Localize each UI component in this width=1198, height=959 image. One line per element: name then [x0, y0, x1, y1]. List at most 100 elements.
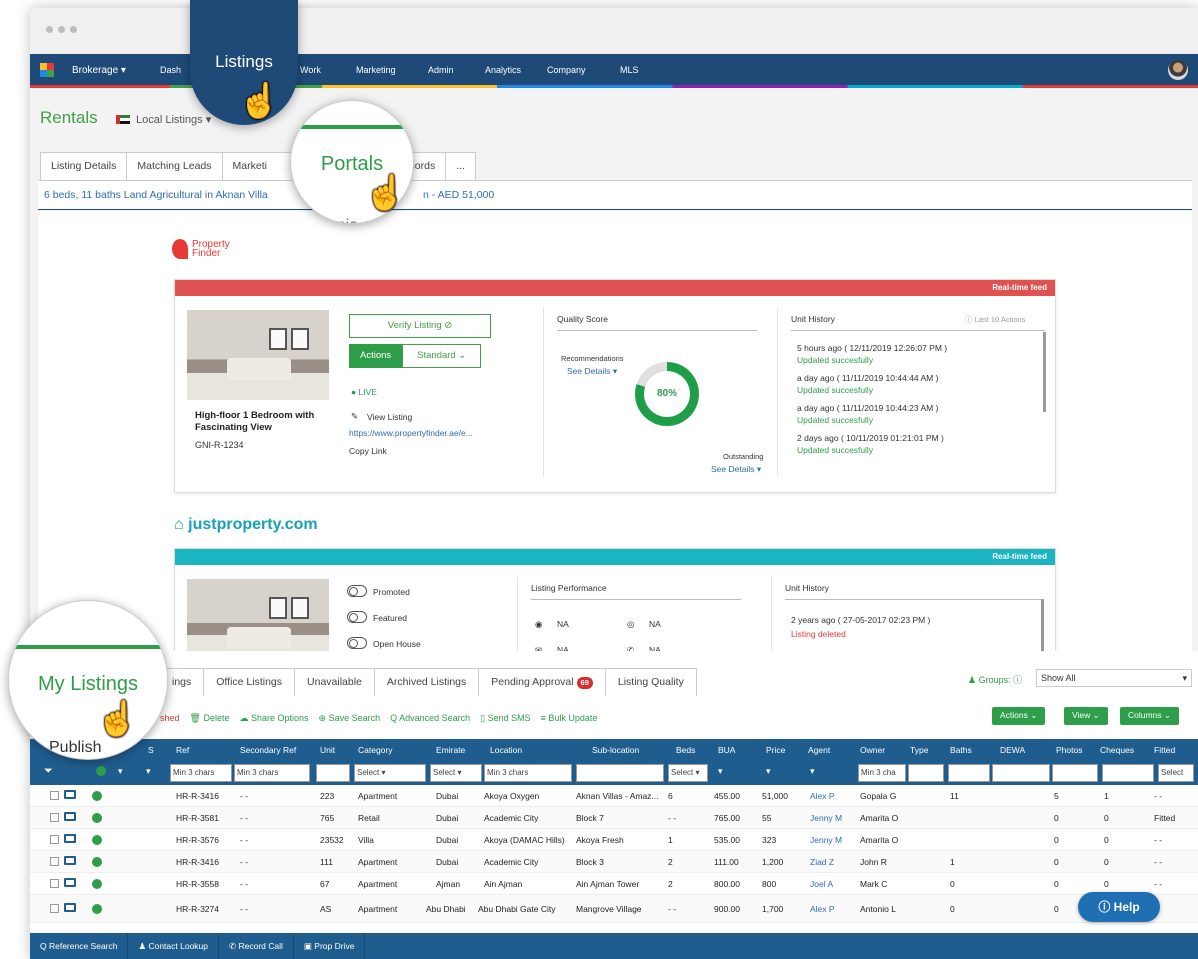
app-logo-icon[interactable] [40, 63, 54, 77]
col-dewa[interactable]: DEWA [1000, 745, 1025, 755]
tab-portals[interactable]: Portals [291, 153, 413, 176]
table-row[interactable]: HR-R-3558 - - 67 Apartment Ajman Ain Ajman Ain… [30, 873, 1198, 895]
actions-button[interactable]: Actions [349, 344, 403, 368]
emirate-filter-select[interactable]: Select ▾ [430, 764, 482, 782]
secondary-ref-filter-input[interactable]: Min 3 chars [234, 764, 310, 782]
nav-mls[interactable]: MLS [620, 65, 639, 75]
col-photos[interactable]: Photos [1056, 745, 1082, 755]
groups-select[interactable]: Show All ▾ [1036, 669, 1192, 687]
unit-filter-input[interactable] [316, 764, 350, 782]
status-filter-icon[interactable] [96, 766, 106, 776]
nav-listings[interactable]: Listings [215, 52, 273, 71]
contact-lookup-button[interactable]: ♟ Contact Lookup [128, 933, 220, 959]
chevron-down-icon[interactable]: ▾ [766, 766, 771, 777]
copy-link[interactable]: Copy Link [349, 446, 387, 456]
tab-pending-approval[interactable]: Pending Approval 69 [478, 668, 606, 696]
cell-agent[interactable]: Jenny M [810, 813, 842, 823]
table-columns-button[interactable]: Columns ⌄ [1120, 707, 1180, 725]
prop-drive-button[interactable]: ▣ Prop Drive [294, 933, 366, 959]
tab-more[interactable]: ... [445, 152, 476, 180]
photos-filter-input[interactable] [1052, 764, 1098, 782]
chevron-down-icon[interactable]: ▾ [718, 766, 723, 777]
help-button[interactable]: ⓘ Help [1078, 892, 1160, 922]
col-secondary-ref[interactable]: Secondary Ref [240, 745, 296, 755]
nav-company[interactable]: Company [547, 65, 586, 75]
tab-archived-listings[interactable]: Archived Listings [373, 668, 480, 696]
table-view-button[interactable]: View ⌄ [1064, 707, 1108, 725]
row-checkbox[interactable] [50, 813, 59, 822]
scope-dropdown[interactable]: Local Listings ▾ [136, 113, 211, 126]
cell-agent[interactable]: Jenny M [810, 835, 842, 845]
col-type[interactable]: Type [910, 745, 928, 755]
col-price[interactable]: Price [766, 745, 785, 755]
row-checkbox[interactable] [50, 904, 59, 913]
nav-marketing[interactable]: Marketing [356, 65, 396, 75]
type-filter-input[interactable] [908, 764, 944, 782]
col-category[interactable]: Category [358, 745, 393, 755]
cell-agent[interactable]: Ziad Z [810, 857, 834, 867]
jp-listing-photo[interactable] [187, 579, 329, 651]
col-cheques[interactable]: Cheques [1100, 745, 1134, 755]
user-avatar[interactable] [1168, 60, 1188, 80]
col-fitted[interactable]: Fitted [1154, 745, 1175, 755]
tab-marketing[interactable]: Marketi [221, 152, 298, 180]
fitted-filter-select[interactable]: Select [1158, 764, 1194, 782]
chevron-down-icon[interactable]: ▾ [810, 766, 815, 777]
cell-agent[interactable]: Joel A [810, 879, 833, 889]
row-checkbox[interactable] [50, 857, 59, 866]
share-options-action[interactable]: ☁ Share Options [239, 713, 308, 724]
outstanding-details-link[interactable]: See Details ▾ [711, 464, 761, 475]
advanced-search-action[interactable]: Q Advanced Search [390, 713, 470, 724]
row-checkbox[interactable] [50, 835, 59, 844]
tab-office-listings[interactable]: Office Listings [203, 668, 296, 696]
bulk-update-action[interactable]: ≡ Bulk Update [541, 713, 598, 724]
unpublished-action[interactable]: shed [160, 713, 180, 724]
row-checkbox[interactable] [50, 879, 59, 888]
col-s[interactable]: S [148, 745, 154, 755]
tab-unavailable[interactable]: Unavailable [294, 668, 375, 696]
promoted-toggle[interactable] [347, 585, 367, 597]
tab-matching-leads[interactable]: Matching Leads [126, 152, 223, 180]
row-checkbox[interactable] [50, 791, 59, 800]
verify-listing-button[interactable]: Verify Listing ⊘ [349, 314, 491, 338]
col-sub-location[interactable]: Sub-location [592, 745, 639, 755]
ref-filter-input[interactable]: Min 3 chars [170, 764, 232, 782]
window-controls[interactable] [46, 26, 77, 33]
col-beds[interactable]: Beds [676, 745, 695, 755]
view-listing-link[interactable]: View Listing [367, 412, 412, 422]
location-filter-input[interactable]: Min 3 chars [484, 764, 572, 782]
pf-history-scrollbar[interactable] [1043, 332, 1046, 412]
table-row[interactable]: HR-R-3576 - - 23532 Villa Dubai Akoya (DAMAC … [30, 829, 1198, 851]
tab-listing-details[interactable]: Listing Details [40, 152, 128, 180]
col-owner[interactable]: Owner [860, 745, 885, 755]
col-agent[interactable]: Agent [808, 745, 830, 755]
recommendations-details-link[interactable]: See Details ▾ [567, 366, 617, 377]
cell-agent[interactable]: Alex P [810, 791, 835, 801]
category-filter-select[interactable]: Select ▾ [354, 764, 426, 782]
featured-toggle[interactable] [347, 611, 367, 623]
nav-dash[interactable]: Dash [160, 65, 181, 75]
record-call-button[interactable]: ✆ Record Call [219, 933, 294, 959]
owner-filter-input[interactable]: Min 3 cha [858, 764, 906, 782]
nav-analytics[interactable]: Analytics [485, 65, 521, 75]
chevron-down-icon[interactable]: ▾ [146, 766, 151, 777]
table-row[interactable]: HR-R-3581 - - 765 Retail Dubai Academic City B… [30, 807, 1198, 829]
col-location[interactable]: Location [490, 745, 522, 755]
table-row[interactable]: HR-R-3416 - - 223 Apartment Dubai Akoya Oxyge… [30, 785, 1198, 807]
table-actions-button[interactable]: Actions ⌄ [992, 707, 1046, 725]
brokerage-menu[interactable]: Brokerage ▾ [72, 65, 126, 76]
beds-filter-select[interactable]: Select ▾ [668, 764, 708, 782]
table-row[interactable]: HR-R-3416 - - 111 Apartment Dubai Academic Ci… [30, 851, 1198, 873]
chevron-down-icon[interactable]: ▾ [118, 766, 123, 777]
tab-listing-quality[interactable]: Listing Quality [604, 668, 697, 696]
col-bua[interactable]: BUA [718, 745, 735, 755]
tab-my-listings-zoom[interactable]: My Listings [9, 673, 167, 696]
nav-work[interactable]: Work [300, 65, 321, 75]
dewa-filter-input[interactable] [992, 764, 1050, 782]
col-unit[interactable]: Unit [320, 745, 335, 755]
col-emirate[interactable]: Emirate [436, 745, 465, 755]
listing-url[interactable]: https://www.propertyfinder.ae/e... [349, 428, 473, 438]
filter-icon[interactable]: ⏷ [44, 765, 53, 778]
open-house-toggle[interactable] [347, 637, 367, 649]
save-search-action[interactable]: ⊕ Save Search [319, 713, 381, 724]
